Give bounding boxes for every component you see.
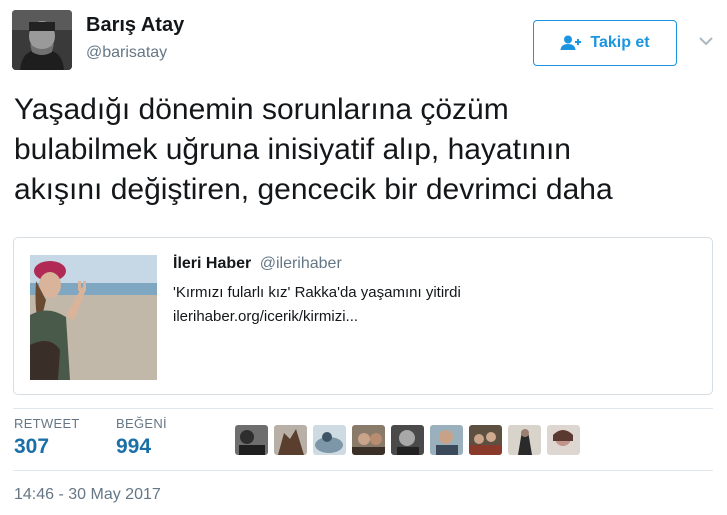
chevron-down-icon[interactable] — [697, 32, 715, 50]
like-count: 994 — [116, 435, 152, 458]
card-text: 'Kırmızı fularlı kız' Rakka'da yaşamını … — [173, 284, 461, 301]
card-author-handle: @ilerihaber — [259, 255, 342, 272]
divider — [13, 408, 713, 409]
liker-avatar[interactable] — [391, 425, 424, 455]
card-link[interactable]: ilerihaber.org/icerik/kirmizi... — [173, 308, 358, 325]
tweet-text-line: bulabilmek uğruna inisiyatif alıp, hayat… — [14, 133, 571, 166]
liker-avatars — [235, 425, 580, 455]
liker-avatar[interactable] — [352, 425, 385, 455]
retweet-count: 307 — [14, 435, 50, 458]
card-author-name: İleri Haber — [173, 255, 252, 272]
author-name[interactable]: Barış Atay — [86, 14, 184, 37]
quoted-tweet-card[interactable]: İleri Haber @ilerihaber 'Kırmızı fularlı… — [13, 237, 713, 395]
liker-avatar[interactable] — [430, 425, 463, 455]
liker-avatar[interactable] — [469, 425, 502, 455]
liker-avatar[interactable] — [508, 425, 541, 455]
tweet-timestamp[interactable]: 14:46 - 30 May 2017 — [14, 486, 161, 504]
liker-avatar[interactable] — [235, 425, 268, 455]
follow-button-label: Takip et — [590, 34, 650, 51]
card-thumbnail — [30, 255, 157, 380]
follow-button[interactable]: Takip et — [533, 20, 677, 66]
tweet-text-line: Yaşadığı dönemin sorunlarına çözüm — [14, 93, 509, 126]
like-label: BEĞENİ — [116, 416, 167, 431]
add-user-icon — [560, 35, 582, 50]
liker-avatar[interactable] — [547, 425, 580, 455]
avatar-photo — [12, 10, 72, 70]
tweet-text: Yaşadığı dönemin sorunlarına çözüm bulab… — [14, 90, 714, 210]
retweet-label: RETWEET — [14, 416, 80, 431]
tweet-text-line: akışını değiştiren, gencecik bir devrimc… — [14, 173, 613, 206]
author-handle[interactable]: @barisatay — [86, 44, 167, 62]
like-stat[interactable]: BEĞENİ 994 — [116, 416, 167, 459]
divider — [13, 470, 713, 471]
card-author: İleri Haber @ilerihaber — [173, 255, 342, 273]
liker-avatar[interactable] — [274, 425, 307, 455]
liker-avatar[interactable] — [313, 425, 346, 455]
author-avatar[interactable] — [12, 10, 72, 70]
card-photo — [30, 255, 157, 380]
retweet-stat[interactable]: RETWEET 307 — [14, 416, 80, 459]
